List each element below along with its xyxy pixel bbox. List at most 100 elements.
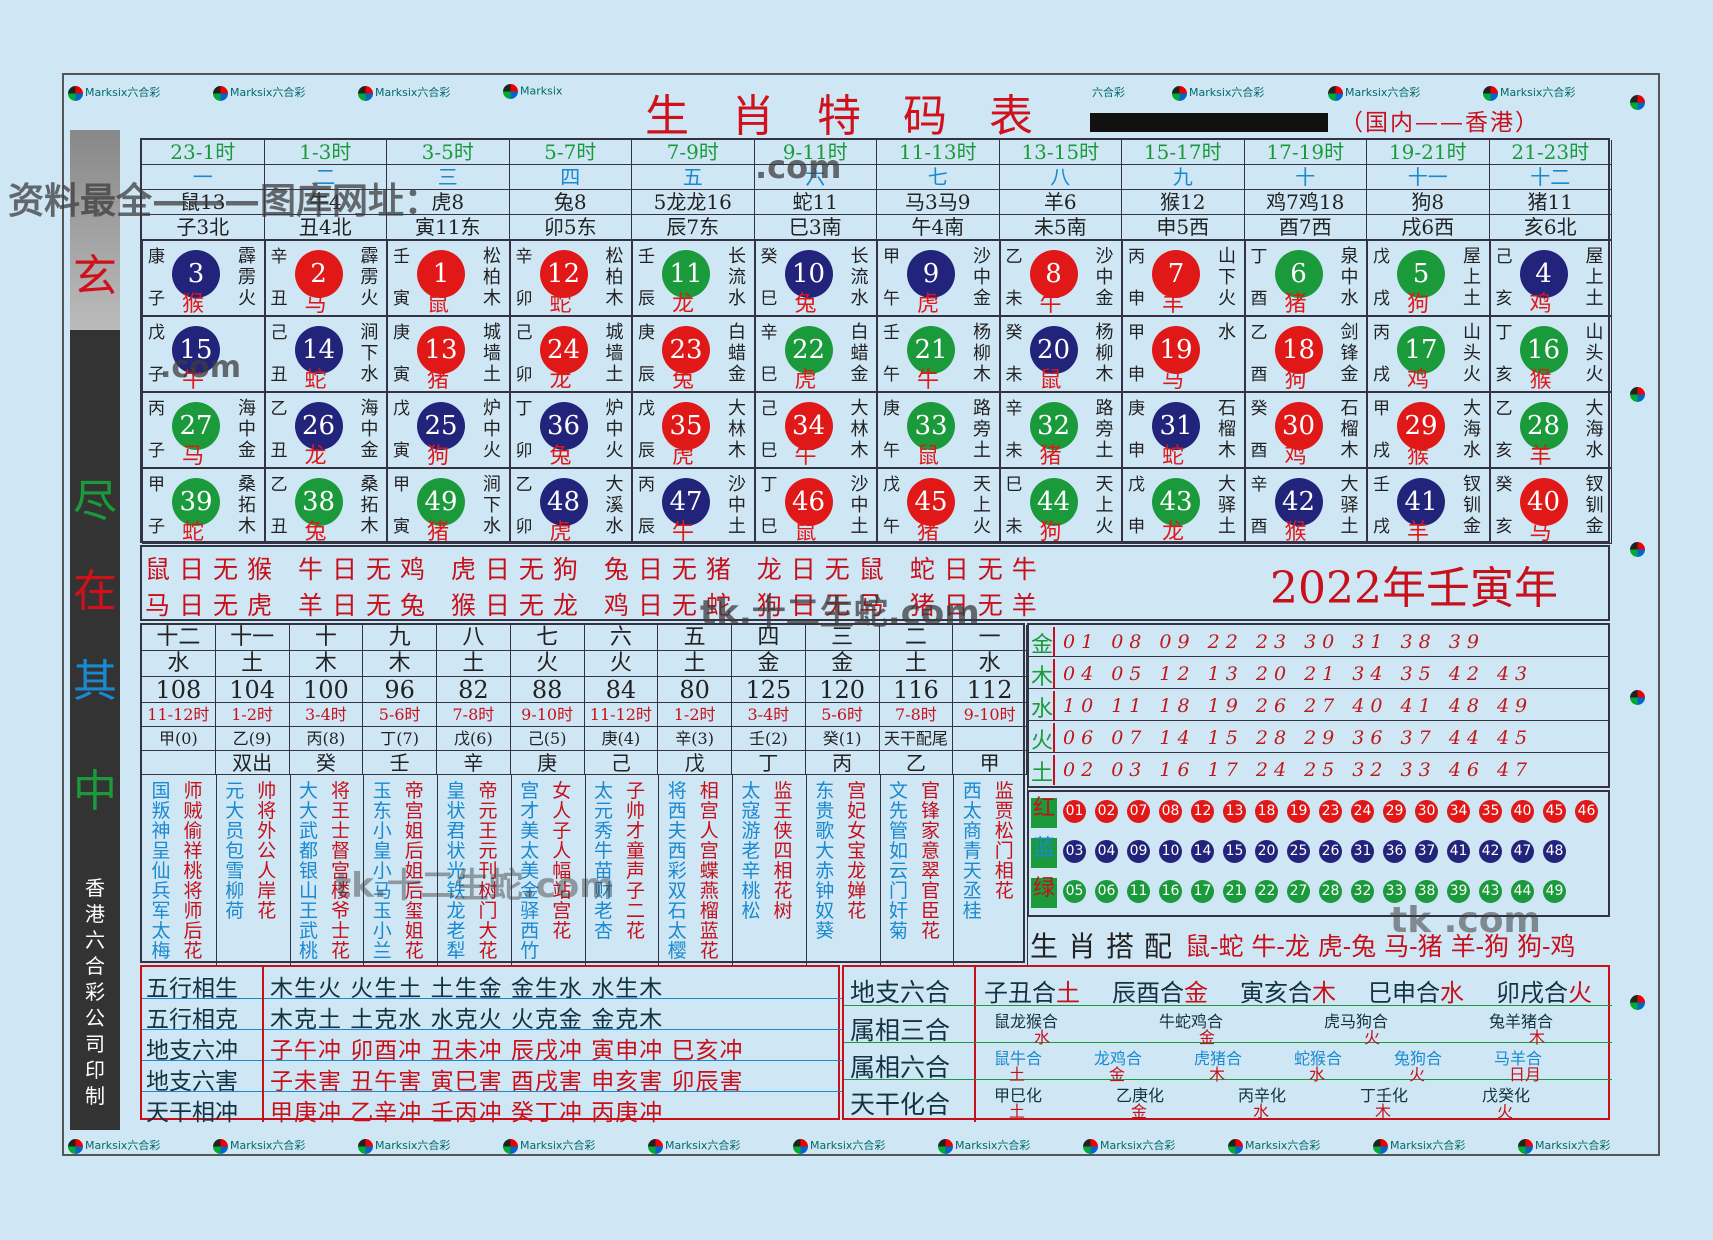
vertical-name-column: 师贼偷祥桃将师后花 <box>182 781 204 961</box>
stem-label: 丁 <box>1495 323 1513 343</box>
branch-label: 未 <box>1005 365 1023 385</box>
name-char: 君 <box>446 820 466 842</box>
zodiac-label: 鼠 <box>427 292 450 317</box>
element-label: 城墙土 <box>605 322 624 385</box>
name-char: 奴 <box>815 900 835 922</box>
name-char: 相 <box>994 860 1014 882</box>
brand-logo: Marksix六合彩 <box>648 1137 740 1154</box>
wave-label: 绿 <box>1031 878 1057 908</box>
name-char: 国 <box>151 780 171 802</box>
name-char: 相 <box>773 860 793 882</box>
branch-label: 辰 <box>638 441 655 461</box>
relation-right-key: 地支六合 <box>850 978 951 1007</box>
time-range: 3-5时 <box>387 140 510 165</box>
element-label: 屋上土 <box>1463 246 1481 309</box>
number-ball: 41 <box>1397 478 1445 526</box>
stem-label: 戊 <box>148 323 165 343</box>
element-label: 石榴木 <box>1340 398 1359 461</box>
zodiac-label: 猴 <box>1284 520 1307 545</box>
name-char: 子 <box>552 820 572 842</box>
zodiac-label: 牛 <box>1039 292 1062 317</box>
name-char: 祥 <box>183 840 203 862</box>
time-range: 15-17时 <box>1122 140 1245 165</box>
month-table-cell: 乙(9) <box>215 727 290 751</box>
name-char: 葵 <box>815 920 835 942</box>
name-char: 云 <box>888 860 908 882</box>
element-label: 长流水 <box>728 246 746 309</box>
element-numbers: 10 11 18 19 26 27 40 41 48 49 <box>1063 695 1534 717</box>
name-char: 菊 <box>888 920 908 942</box>
col-divider <box>974 967 976 1122</box>
flower-logo-icon <box>1630 90 1647 110</box>
branch-label: 辰 <box>638 365 655 385</box>
name-char: 花 <box>699 940 719 962</box>
number-ball: 31 <box>1152 402 1200 450</box>
branch-label: 亥 <box>1495 441 1513 461</box>
month-table-cell: 丁(7) <box>363 727 437 751</box>
name-char: 偷 <box>183 820 203 842</box>
vertical-name-column: 相宫人宫蝶燕榴蓝花 <box>698 781 720 961</box>
month-table-cell: 9-10时 <box>510 703 585 727</box>
element-label: 杨柳木 <box>973 322 991 385</box>
month-label: 十二 <box>1489 165 1612 190</box>
brand-logo: Marksix六合彩 <box>1228 1137 1320 1154</box>
branch-direction: 巳3南 <box>754 215 877 240</box>
name-char: 意 <box>920 840 940 862</box>
name-char: 士 <box>330 820 350 842</box>
month-table-cell <box>953 727 1027 751</box>
element-label: 沙中金 <box>1095 246 1114 309</box>
name-char: 梅 <box>151 940 171 962</box>
zodiac-label: 虎 <box>549 520 572 545</box>
name-char: 美 <box>520 820 540 842</box>
flower-logo-icon <box>1518 1138 1533 1154</box>
name-char: 辛 <box>741 860 761 882</box>
branch-label: 丑 <box>270 365 288 385</box>
name-char: 外 <box>257 820 277 842</box>
wave-ball: 08 <box>1159 800 1182 823</box>
animal-count: 猴12 <box>1122 190 1245 215</box>
name-char: 门 <box>994 840 1014 862</box>
name-char: 四 <box>773 840 793 862</box>
flower-logo-icon <box>213 85 228 101</box>
brand-logo: Marksix <box>503 84 562 99</box>
name-char: 兰 <box>372 940 392 962</box>
month-table-cell: 水 <box>953 651 1027 677</box>
month-label: 九 <box>1122 165 1245 190</box>
branch-label: 辰 <box>638 517 655 537</box>
name-char: 如 <box>888 840 908 862</box>
name-char: 花 <box>404 940 424 962</box>
name-char: 叛 <box>151 800 171 822</box>
number-ball: 17 <box>1397 326 1445 374</box>
wave-ball: 42 <box>1479 840 1502 863</box>
month-table-cell: 土 <box>658 651 732 677</box>
flower-logo-icon <box>1083 1138 1098 1154</box>
element-label: 沙中土 <box>728 474 746 537</box>
stem-label: 丁 <box>1250 247 1268 267</box>
shuxiang-liuhe-element: 木 <box>1209 1065 1226 1084</box>
stem-label: 癸 <box>1005 323 1023 343</box>
stem-label: 乙 <box>270 475 288 495</box>
wave-ball: 05 <box>1063 880 1086 903</box>
brand-logo: Marksix六合彩 <box>68 84 160 101</box>
name-char: 将 <box>257 800 277 822</box>
relation-right-key: 天干化合 <box>850 1090 951 1119</box>
branch-direction: 卯5东 <box>509 215 632 240</box>
tiangan-element: 金 <box>1131 1102 1148 1121</box>
name-char: 贼 <box>183 800 203 822</box>
branch-label: 卯 <box>515 441 533 461</box>
wave-ball: 27 <box>1287 880 1310 903</box>
month-table-cell: 戊 <box>658 751 732 775</box>
stem-label: 丙 <box>1128 247 1145 267</box>
zodiac-label: 猴 <box>1407 444 1430 469</box>
name-char: 帅 <box>625 800 645 822</box>
name-char: 太 <box>593 780 613 802</box>
month-table-cell: 庚 <box>510 751 585 775</box>
element-numbers: 06 07 14 15 28 29 36 37 44 45 <box>1063 727 1534 749</box>
name-char: 燕 <box>699 880 719 902</box>
brand-logo: Marksix六合彩 <box>1172 84 1264 101</box>
animal-count: 猪11 <box>1489 190 1612 215</box>
name-char: 樱 <box>667 940 687 962</box>
row-divider <box>1027 720 1610 721</box>
element-label: 海中金 <box>360 398 379 461</box>
branch-label: 戌 <box>1373 441 1390 461</box>
